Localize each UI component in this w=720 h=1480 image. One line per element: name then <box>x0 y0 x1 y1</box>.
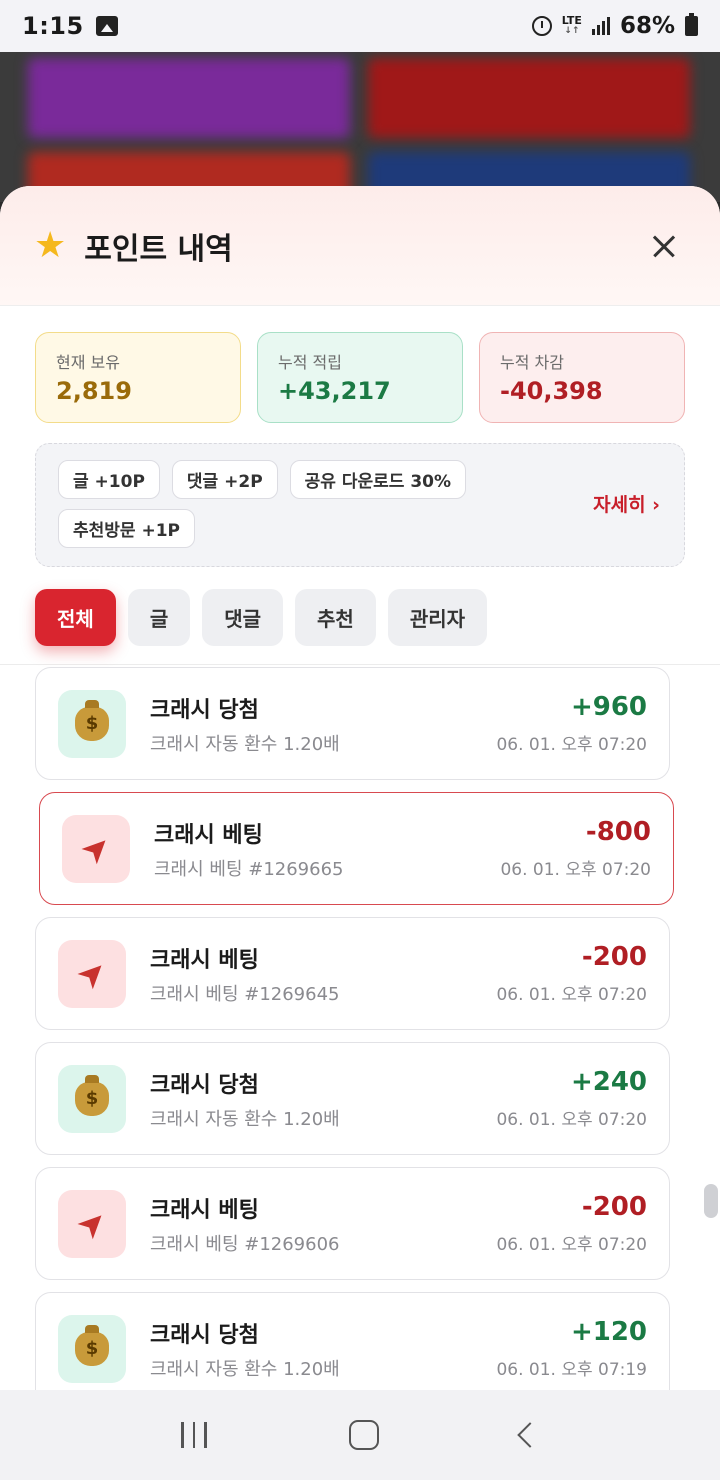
scrollbar-thumb[interactable] <box>704 1184 718 1218</box>
sheet-header: ★ 포인트 내역 <box>0 186 720 306</box>
list-item[interactable]: ➤ 크래시 베팅 크래시 베팅 #1269665 -800 06. 01. 오후… <box>39 792 674 905</box>
earned-points-label: 누적 적립 <box>278 353 342 372</box>
rule-chip: 글 +10P <box>58 460 160 499</box>
item-subtitle: 크래시 자동 환수 1.20배 <box>150 733 340 755</box>
item-date: 06. 01. 오후 07:19 <box>496 1360 647 1380</box>
battery-percent: 68% <box>619 13 675 39</box>
tab-all[interactable]: 전체 <box>35 589 116 646</box>
list-item[interactable]: ➤ 크래시 베팅 크래시 베팅 #1269606 -200 06. 01. 오후… <box>35 1167 670 1280</box>
spent-points-label: 누적 차감 <box>500 353 564 372</box>
image-icon <box>95 16 118 36</box>
item-title: 크래시 베팅 <box>150 947 259 973</box>
filter-tabs: 전체 글 댓글 추천 관리자 <box>0 567 720 646</box>
rule-chip: 추천방문 +1P <box>58 509 196 548</box>
tab-admin[interactable]: 관리자 <box>387 589 488 646</box>
signal-icon <box>591 17 610 35</box>
item-date: 06. 01. 오후 07:20 <box>496 985 647 1005</box>
spent-points-value: -40,398 <box>500 377 603 405</box>
points-history-sheet: ★ 포인트 내역 현재 보유 2,819 누적 적립 +43,217 누적 차감… <box>0 186 720 1390</box>
recent-apps-icon[interactable] <box>181 1422 207 1448</box>
item-date: 06. 01. 오후 07:20 <box>500 860 651 880</box>
item-subtitle: 크래시 자동 환수 1.20배 <box>150 1108 340 1130</box>
tab-comments[interactable]: 댓글 <box>202 589 284 646</box>
spent-points-card: 누적 차감 -40,398 <box>479 332 685 423</box>
status-time: 1:15 <box>22 12 84 40</box>
close-icon[interactable] <box>642 224 686 268</box>
lte-icon: LTE ↓↑ <box>561 14 582 36</box>
item-subtitle: 크래시 베팅 #1269645 <box>150 983 340 1005</box>
navigation-bar <box>0 1390 720 1480</box>
earned-points-value: +43,217 <box>278 377 391 405</box>
list-item[interactable]: $ 크래시 당첨 크래시 자동 환수 1.20배 +240 06. 01. 오후… <box>35 1042 670 1155</box>
item-subtitle: 크래시 베팅 #1269665 <box>154 858 344 880</box>
earned-points-card: 누적 적립 +43,217 <box>257 332 463 423</box>
history-list: $ 크래시 당첨 크래시 자동 환수 1.20배 +960 06. 01. 오후… <box>0 665 720 1390</box>
status-icons: LTE ↓↑ 68% <box>531 13 698 39</box>
item-amount: +120 <box>570 1317 647 1347</box>
tab-posts[interactable]: 글 <box>127 589 191 646</box>
current-points-label: 현재 보유 <box>56 353 120 372</box>
item-subtitle: 크래시 자동 환수 1.20배 <box>150 1358 340 1380</box>
item-title: 크래시 베팅 <box>154 822 263 848</box>
item-date: 06. 01. 오후 07:20 <box>496 1235 647 1255</box>
back-icon[interactable] <box>517 1422 543 1448</box>
money-bag-icon: $ <box>58 689 126 758</box>
summary-cards: 현재 보유 2,819 누적 적립 +43,217 누적 차감 -40,398 <box>0 306 720 423</box>
money-bag-icon: $ <box>58 1064 126 1133</box>
rule-chip: 공유 다운로드 30% <box>289 460 467 499</box>
rocket-icon: ➤ <box>58 1189 126 1258</box>
point-rules-box: 글 +10P 댓글 +2P 공유 다운로드 30% 추천방문 +1P 자세히 › <box>35 443 685 567</box>
item-title: 크래시 당첨 <box>150 1322 259 1348</box>
rule-chip: 댓글 +2P <box>171 460 278 499</box>
battery-icon <box>685 13 698 36</box>
tab-recommend[interactable]: 추천 <box>295 589 376 646</box>
item-title: 크래시 당첨 <box>150 697 259 723</box>
alarm-icon <box>531 16 552 36</box>
current-points-card: 현재 보유 2,819 <box>35 332 241 423</box>
home-icon[interactable] <box>348 1420 379 1450</box>
list-item[interactable]: $ 크래시 당첨 크래시 자동 환수 1.20배 +120 06. 01. 오후… <box>35 1292 670 1390</box>
item-title: 크래시 당첨 <box>150 1072 259 1098</box>
background-content <box>0 52 720 202</box>
item-amount: +960 <box>570 692 647 722</box>
status-bar: 1:15 LTE ↓↑ 68% <box>0 0 720 52</box>
item-amount: -200 <box>581 942 647 972</box>
item-date: 06. 01. 오후 07:20 <box>496 735 647 755</box>
item-date: 06. 01. 오후 07:20 <box>496 1110 647 1130</box>
list-item[interactable]: ➤ 크래시 베팅 크래시 베팅 #1269645 -200 06. 01. 오후… <box>35 917 670 1030</box>
item-amount: -800 <box>585 817 651 847</box>
star-icon: ★ <box>34 224 67 266</box>
details-link[interactable]: 자세히 › <box>593 490 660 517</box>
sheet-title: 포인트 내역 <box>84 231 233 267</box>
item-subtitle: 크래시 베팅 #1269606 <box>150 1233 340 1255</box>
current-points-value: 2,819 <box>56 377 132 405</box>
rule-chips: 글 +10P 댓글 +2P 공유 다운로드 30% 추천방문 +1P <box>58 460 578 548</box>
rocket-icon: ➤ <box>62 814 130 883</box>
item-amount: -200 <box>581 1192 647 1222</box>
item-title: 크래시 베팅 <box>150 1197 259 1223</box>
item-amount: +240 <box>570 1067 647 1097</box>
list-item[interactable]: $ 크래시 당첨 크래시 자동 환수 1.20배 +960 06. 01. 오후… <box>35 667 670 780</box>
rocket-icon: ➤ <box>58 939 126 1008</box>
money-bag-icon: $ <box>58 1314 126 1383</box>
